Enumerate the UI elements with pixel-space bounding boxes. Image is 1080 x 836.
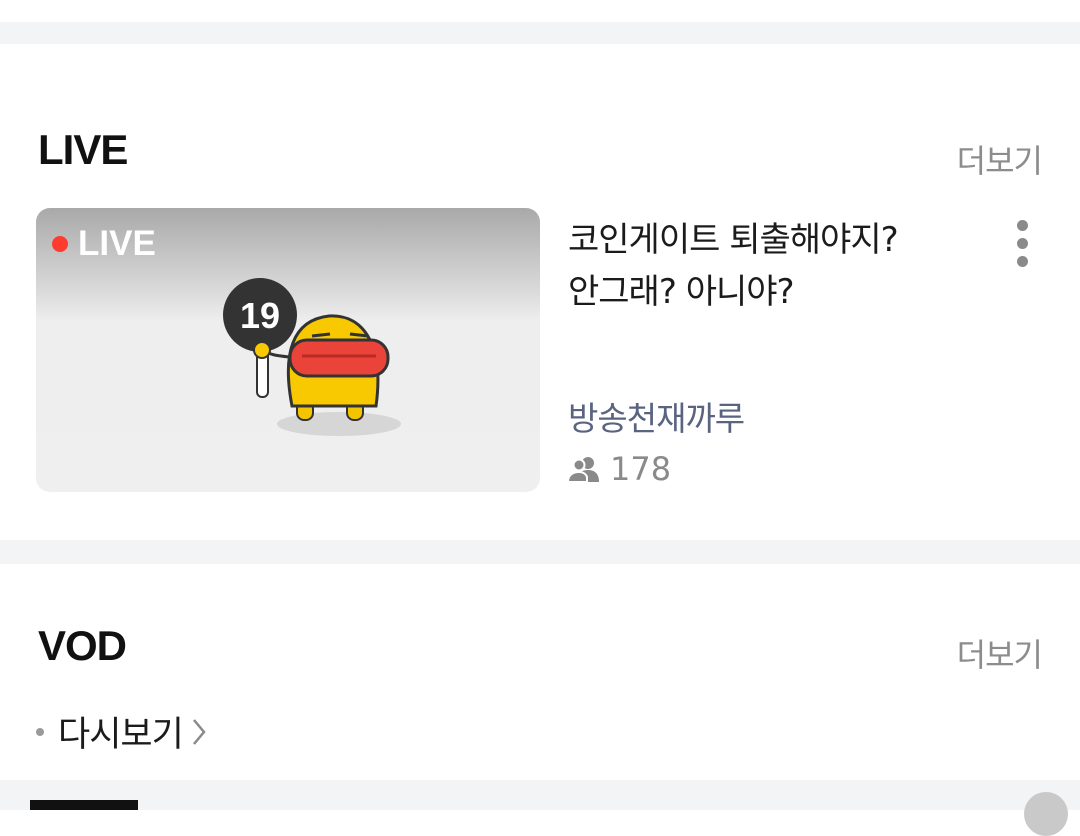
vod-thumbnail-partial[interactable]	[30, 800, 138, 810]
bottom-band	[0, 780, 1080, 810]
live-thumbnail[interactable]: LIVE 19	[36, 208, 540, 492]
live-more-link[interactable]: 더보기	[957, 136, 1043, 182]
live-dot-icon	[52, 236, 68, 252]
live-stream-title-line2: 안그래? 아니야?	[568, 272, 795, 312]
live-badge-label: LIVE	[78, 224, 156, 263]
adult-content-character-image: 19	[223, 278, 401, 436]
age-rating-label: 19	[240, 295, 280, 336]
vod-more-link[interactable]: 더보기	[957, 630, 1043, 676]
channel-name[interactable]: 방송천재까루	[568, 392, 745, 440]
chevron-right-icon	[192, 718, 206, 745]
people-icon	[568, 457, 599, 482]
bullet-dot	[36, 727, 44, 736]
live-section-title: LIVE	[38, 126, 128, 173]
live-badge: LIVE	[52, 224, 156, 264]
replay-label: 다시보기	[58, 715, 184, 755]
kebab-menu-icon[interactable]	[1008, 220, 1036, 270]
top-divider-band	[0, 22, 1080, 44]
section-divider-band	[0, 540, 1080, 564]
replay-filter-link[interactable]: 다시보기	[36, 706, 207, 757]
live-stream-title[interactable]: 코인게이트 퇴출해야지? 안그래? 아니야?	[568, 214, 988, 318]
vod-section-title: VOD	[38, 622, 127, 669]
live-stream-title-line1: 코인게이트 퇴출해야지?	[568, 220, 899, 260]
viewer-count: 178	[568, 450, 671, 488]
viewer-count-value: 178	[610, 450, 672, 488]
info-icon-partial[interactable]	[1024, 792, 1068, 836]
